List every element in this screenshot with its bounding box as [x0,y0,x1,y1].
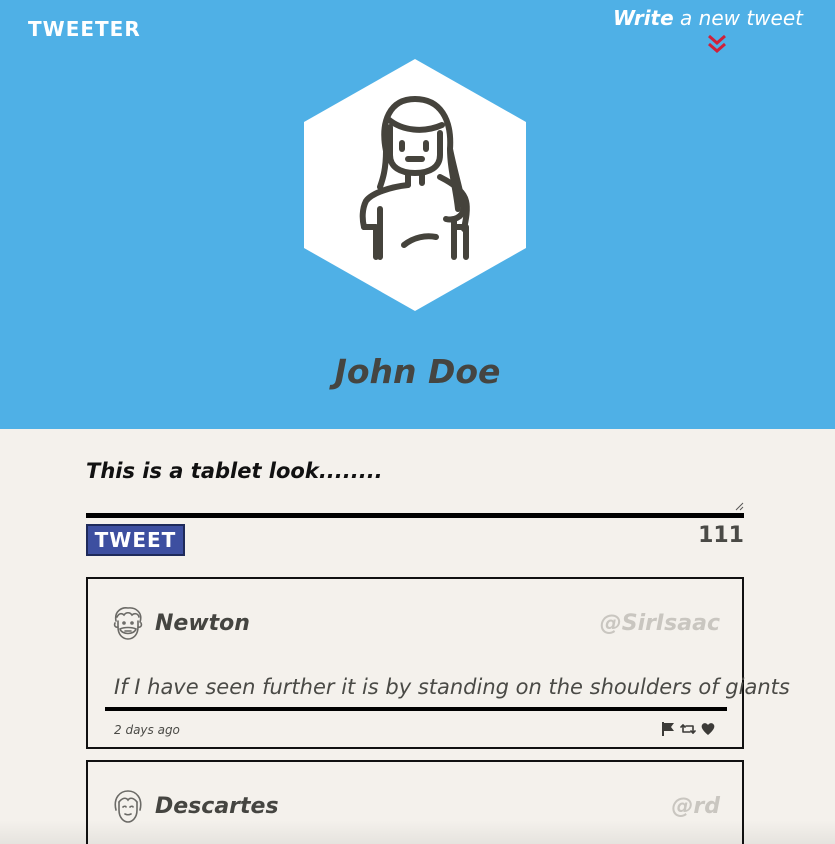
resize-grip-icon[interactable] [735,502,744,511]
tweet-card: Newton @SirIsaac If I have seen further … [86,577,790,749]
heart-icon[interactable] [700,721,716,737]
write-tweet-link[interactable]: Write a new tweet [613,6,803,30]
tweet-timestamp: 2 days ago [114,723,180,737]
tweet-actions [660,721,716,737]
flag-icon[interactable] [660,721,676,737]
profile-name: John Doe [334,352,501,391]
tweet-submit-button[interactable]: TWEET [86,524,185,556]
bearded-man-avatar-icon [113,607,143,640]
tweet-author-name[interactable]: Newton [155,611,250,636]
profile-avatar [304,59,526,311]
textarea-underline [86,513,744,518]
tweet-author-name[interactable]: Descartes [155,794,279,819]
tweet-author-handle[interactable]: @SirIsaac [600,611,720,636]
profile-header: TWEETER Write a new tweet John Doe [0,0,835,429]
tweet-content: If I have seen further it is by standing… [114,675,790,699]
brand-logo[interactable]: TWEETER [28,17,141,41]
tweet-textarea[interactable]: This is a tablet look........ [86,459,744,513]
retweet-icon[interactable] [680,721,696,737]
tweet-divider [105,707,727,711]
double-chevron-down-icon[interactable] [705,33,729,55]
write-tweet-link-strong: Write [612,6,674,30]
woman-avatar-icon [114,790,142,823]
character-counter: 111 [698,523,744,548]
tweet-author-handle[interactable]: @rd [671,794,720,819]
write-tweet-link-rest: a new tweet [673,6,803,30]
tweet-card: Descartes @rd [86,760,744,844]
